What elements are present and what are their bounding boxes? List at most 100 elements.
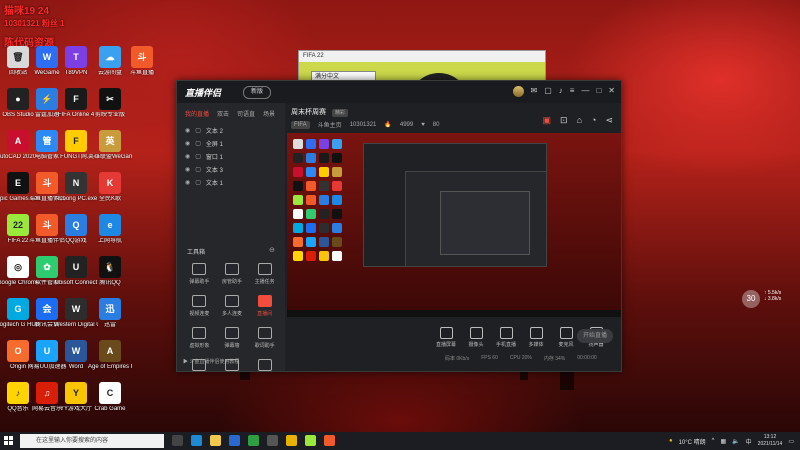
douyu-taskbar-icon[interactable]	[324, 435, 335, 446]
tool-label: 主播任务	[254, 279, 275, 285]
shop-icon[interactable]: ▣	[543, 115, 552, 126]
avatar[interactable]	[512, 86, 524, 97]
source-control[interactable]: 摄像头	[465, 327, 487, 348]
bell-icon[interactable]: ♪	[559, 86, 563, 97]
chrome-icon[interactable]	[286, 435, 297, 446]
toolbox-item[interactable]: 歌词助手	[248, 327, 281, 349]
toolbox-item[interactable]: 主播任务	[248, 263, 281, 285]
eye-icon[interactable]: ◉	[185, 179, 190, 186]
stream-preview[interactable]	[287, 133, 621, 317]
desktop-icon[interactable]: 斗斗鱼直播	[120, 46, 164, 77]
close-icon[interactable]: ✕	[608, 86, 615, 97]
notification-icon[interactable]: ◔	[591, 115, 596, 126]
fans-value: 80	[432, 121, 440, 128]
scene-tab[interactable]: 双击	[217, 109, 229, 118]
lock-icon[interactable]: ▢	[195, 179, 201, 186]
scene-item[interactable]: ◉ ▢ 文本 2	[177, 124, 285, 137]
share-icon[interactable]: ⋖	[605, 115, 613, 126]
taskbar: ⌕ 在这里输入你要搜索的内容 ● 10°C 晴朗 ^ ▦ 🔈 中 13:12 2…	[0, 432, 800, 450]
app-icon: F	[65, 130, 87, 152]
tool-label: 直播间	[257, 311, 273, 317]
toolbox-item[interactable]: 视频连麦	[183, 295, 216, 317]
toolbox-item[interactable]: 多人连麦	[216, 295, 249, 317]
source-control[interactable]: 多媒体	[525, 327, 547, 348]
tool-icon	[224, 263, 239, 275]
desktop-icon[interactable]: 🐧 腾讯QQ	[88, 256, 132, 287]
desktop-icon[interactable]: C Crab Game	[88, 382, 132, 413]
source-control[interactable]: 麦克风	[555, 327, 577, 348]
gift-icon[interactable]: ▢	[544, 86, 552, 97]
preview-icon	[293, 251, 303, 261]
control-icon	[469, 327, 483, 339]
network-icon[interactable]: ▦	[721, 438, 727, 445]
eye-icon[interactable]: ◉	[185, 140, 190, 147]
eye-icon[interactable]: ◉	[185, 166, 190, 173]
network-widget[interactable]: 30 ↑ 5.5k/s ↓ 3.8k/s	[742, 290, 798, 308]
weather-text[interactable]: 10°C 晴朗	[679, 437, 706, 446]
room-title[interactable]: 周末杯周赛	[291, 109, 326, 116]
version-badge[interactable]: 新版	[243, 86, 271, 99]
eye-icon[interactable]: ◉	[185, 153, 190, 160]
lock-icon[interactable]: ▢	[195, 153, 201, 160]
toolbox-item[interactable]: 虚拟形象	[183, 327, 216, 349]
scene-item[interactable]: ◉ ▢ 文本 3	[177, 163, 285, 176]
toolbox-item[interactable]: 弹幕墙	[216, 327, 249, 349]
scene-tab[interactable]: 司语直	[237, 109, 255, 118]
maximize-icon[interactable]: □	[596, 86, 601, 97]
toolbox-item[interactable]: 弹幕助手	[183, 263, 216, 285]
desktop-icon[interactable]: 英英雄联盟WeGame版	[88, 130, 132, 161]
desktop-icon[interactable]: ✂ 剪映专业版	[88, 88, 132, 119]
room-game[interactable]: FIFA	[291, 120, 310, 129]
fifa-taskbar-icon[interactable]	[305, 435, 316, 446]
lock-icon[interactable]: ▢	[195, 166, 201, 173]
volume-icon[interactable]: 🔈	[732, 438, 739, 445]
message-icon[interactable]: ✉	[531, 86, 538, 97]
desktop-icon-label: 英雄联盟WeGame版	[88, 154, 132, 160]
browser-icon[interactable]	[248, 435, 259, 446]
scene-item[interactable]: ◉ ▢ 文本 1	[177, 176, 285, 189]
scene-tab[interactable]: 场景	[263, 109, 275, 118]
store-icon[interactable]	[267, 435, 278, 446]
file-explorer-icon[interactable]	[210, 435, 221, 446]
toolbox-item[interactable]	[248, 359, 281, 374]
desktop-icon[interactable]: K 全民K歌	[88, 172, 132, 203]
task-view-icon[interactable]	[172, 435, 183, 446]
streaming-app-window: 直播伴侣 新版 ✉ ▢ ♪ ≡ — □ ✕ 我的直播 双击 司语直 场景 ◉ ▢ 文本 2…	[176, 80, 622, 372]
scene-item[interactable]: ◉ ▢ 窗口 1	[177, 150, 285, 163]
eye-icon[interactable]: ◉	[185, 127, 190, 134]
source-control[interactable]: 手机直播	[495, 327, 517, 348]
minimize-icon[interactable]: —	[581, 86, 589, 97]
tray-expand-icon[interactable]: ^	[712, 438, 715, 444]
toolbox-item[interactable]: 直播间	[248, 295, 281, 317]
windows-start-icon[interactable]	[4, 436, 14, 446]
preview-icon	[293, 209, 303, 219]
desktop-icon[interactable]: A Age of Empires IV	[88, 340, 132, 371]
taskbar-search-input[interactable]: 在这里输入你要搜索的内容	[20, 434, 164, 448]
menu-icon[interactable]: ≡	[570, 86, 575, 97]
download-speed: ↓ 3.8k/s	[764, 296, 782, 302]
preview-icon	[293, 139, 303, 149]
lock-icon[interactable]: ▢	[195, 140, 201, 147]
scene-item[interactable]: ◉ ▢ 全屏 1	[177, 137, 285, 150]
ime-icon[interactable]: 中	[746, 437, 752, 446]
scene-tab[interactable]: 我的直播	[185, 109, 209, 118]
desktop-icon[interactable]: 迅迅雷	[88, 298, 132, 329]
mail-icon[interactable]	[229, 435, 240, 446]
edge-icon[interactable]	[191, 435, 202, 446]
settings-icon[interactable]: ⊡	[560, 115, 568, 126]
clock[interactable]: 13:12 2021/11/14	[758, 434, 783, 448]
lock-icon[interactable]: ⌂	[577, 115, 582, 126]
toolbox-item[interactable]: 房管助手	[216, 263, 249, 285]
desktop-icon-label: 上网导航	[97, 238, 122, 244]
app-icon: 迅	[99, 298, 121, 320]
notification-center-icon[interactable]: ▭	[788, 438, 794, 445]
lock-icon[interactable]: ▢	[195, 127, 201, 134]
toolbox-collapse-icon[interactable]: ⊖	[269, 246, 275, 254]
preview-icon	[319, 167, 329, 177]
source-control[interactable]: 直播屏幕	[435, 327, 457, 348]
desktop-icon[interactable]: e 上网导航	[88, 214, 132, 245]
control-icon	[439, 327, 453, 339]
app-icon: 斗	[131, 46, 153, 68]
tutorial-tip[interactable]: ▶ 斗鱼直播伴侣使用教程	[183, 358, 239, 365]
go-live-button[interactable]: 开始直播	[577, 329, 613, 343]
